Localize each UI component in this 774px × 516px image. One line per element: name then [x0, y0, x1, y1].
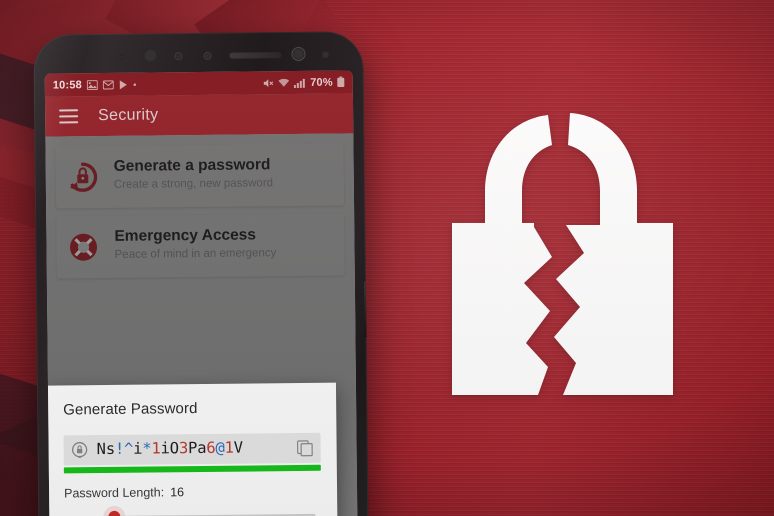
generate-password-dialog: Generate Password Ns!^i*1iO3Pa6@1V Passw…: [46, 382, 338, 516]
sensor-dot-icon: [119, 54, 125, 60]
status-time: 10:58: [52, 78, 83, 92]
led-indicator-icon: [321, 50, 330, 59]
list-item-title: Generate a password: [113, 156, 271, 175]
earpiece-speaker: [229, 52, 282, 59]
wifi-icon: [278, 78, 290, 88]
broken-padlock-icon: [430, 105, 720, 405]
email-icon: [102, 79, 114, 89]
hamburger-menu-icon[interactable]: [59, 109, 79, 124]
dot-icon: [133, 82, 137, 86]
generated-password-value: Ns!^i*1iO3Pa6@1V: [96, 440, 243, 458]
front-camera-icon: [143, 48, 158, 63]
app-bar: Security: [44, 93, 354, 137]
iris-scanner-icon: [291, 46, 306, 62]
list-item-subtitle: Peace of mind in an emergency: [114, 247, 277, 261]
list-item-generate-password[interactable]: Generate a password Create a strong, new…: [55, 143, 345, 209]
settings-list: Generate a password Create a strong, new…: [45, 133, 358, 516]
slider-thumb[interactable]: [108, 510, 121, 516]
status-bar: 10:58 70%: [44, 70, 353, 97]
password-field-row[interactable]: Ns!^i*1iO3Pa6@1V: [63, 432, 321, 466]
phone-device: 10:58 70% Security Generate a password C…: [33, 31, 369, 516]
lifebuoy-icon: [66, 230, 100, 264]
copy-icon[interactable]: [296, 439, 314, 456]
battery-percent: 70%: [310, 76, 333, 89]
generate-lock-icon[interactable]: [71, 441, 89, 459]
list-item-subtitle: Create a strong, new password: [113, 177, 274, 191]
play-store-icon: [119, 79, 128, 89]
light-sensor-icon: [203, 51, 212, 60]
dialog-title: Generate Password: [63, 400, 198, 419]
phone-screen: 10:58 70% Security Generate a password C…: [44, 70, 358, 516]
signal-icon: [294, 77, 306, 88]
proximity-sensor-icon: [174, 52, 183, 61]
phone-sensor-bar: [33, 44, 363, 69]
password-length-row: Password Length: 16: [64, 484, 321, 501]
page-title: Security: [98, 106, 159, 125]
image-icon: [86, 79, 98, 90]
password-length-slider[interactable]: [70, 508, 316, 516]
password-strength-meter: [63, 464, 321, 474]
mute-icon: [263, 78, 274, 88]
password-length-value: 16: [170, 485, 185, 500]
list-item-emergency-access[interactable]: Emergency Access Peace of mind in an eme…: [56, 213, 345, 279]
battery-icon: [337, 76, 345, 88]
lock-refresh-icon: [66, 160, 100, 194]
list-item-title: Emergency Access: [114, 226, 257, 245]
password-length-label: Password Length:: [64, 485, 165, 501]
